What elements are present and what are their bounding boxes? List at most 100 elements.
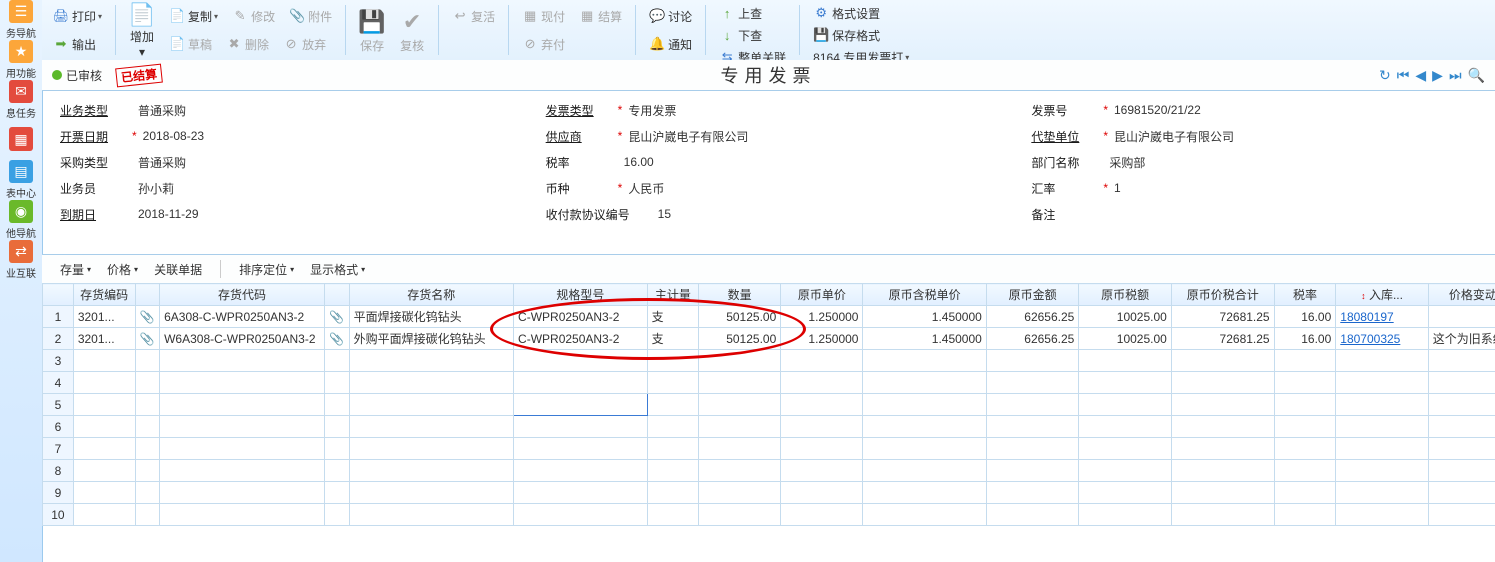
cell-amt[interactable]: 62656.25 bbox=[986, 328, 1079, 350]
empty-cell[interactable] bbox=[514, 372, 648, 394]
last-button[interactable]: ⏭ bbox=[1449, 67, 1462, 84]
col-header[interactable] bbox=[135, 284, 160, 306]
cell-qty[interactable]: 50125.00 bbox=[699, 328, 781, 350]
empty-cell[interactable] bbox=[647, 504, 698, 526]
empty-cell[interactable] bbox=[986, 350, 1079, 372]
empty-cell[interactable] bbox=[647, 394, 698, 416]
cell-note[interactable]: 这个为旧系统... bbox=[1428, 328, 1495, 350]
col-header[interactable]: 税率 bbox=[1274, 284, 1336, 306]
empty-cell[interactable] bbox=[1079, 460, 1172, 482]
row-number[interactable]: 4 bbox=[43, 372, 74, 394]
empty-cell[interactable] bbox=[781, 504, 863, 526]
empty-cell[interactable] bbox=[781, 460, 863, 482]
empty-cell[interactable] bbox=[349, 460, 513, 482]
empty-cell[interactable] bbox=[1274, 416, 1336, 438]
empty-cell[interactable] bbox=[73, 482, 135, 504]
row-number[interactable]: 10 bbox=[43, 504, 74, 526]
row-number[interactable]: 2 bbox=[43, 328, 74, 350]
empty-cell[interactable] bbox=[1336, 372, 1429, 394]
cell-name[interactable]: 平面焊接碳化钨钻头 bbox=[349, 306, 513, 328]
empty-cell[interactable] bbox=[1079, 438, 1172, 460]
notify-button[interactable]: 🔔通知 bbox=[643, 33, 698, 55]
empty-cell[interactable] bbox=[349, 394, 513, 416]
empty-cell[interactable] bbox=[160, 372, 325, 394]
row-number[interactable]: 8 bbox=[43, 460, 74, 482]
empty-cell[interactable] bbox=[349, 438, 513, 460]
empty-cell[interactable] bbox=[1428, 438, 1495, 460]
price-button[interactable]: 价格▾ bbox=[101, 258, 144, 280]
empty-cell[interactable] bbox=[73, 438, 135, 460]
empty-cell[interactable] bbox=[73, 372, 135, 394]
empty-cell[interactable] bbox=[1428, 372, 1495, 394]
empty-cell[interactable] bbox=[699, 372, 781, 394]
cell-note[interactable] bbox=[1428, 306, 1495, 328]
empty-cell[interactable] bbox=[135, 350, 160, 372]
empty-cell[interactable] bbox=[1171, 350, 1274, 372]
col-header[interactable]: 存货编码 bbox=[73, 284, 135, 306]
empty-cell[interactable] bbox=[135, 460, 160, 482]
clip-icon[interactable]: 📎 bbox=[324, 306, 349, 328]
empty-cell[interactable] bbox=[73, 504, 135, 526]
empty-cell[interactable] bbox=[135, 372, 160, 394]
empty-cell[interactable] bbox=[986, 416, 1079, 438]
search-button[interactable]: 🔍 bbox=[1468, 67, 1485, 84]
row-number[interactable]: 6 bbox=[43, 416, 74, 438]
empty-cell[interactable] bbox=[1274, 394, 1336, 416]
empty-cell[interactable] bbox=[324, 394, 349, 416]
empty-cell[interactable] bbox=[781, 416, 863, 438]
empty-cell[interactable] bbox=[1336, 350, 1429, 372]
cell-taxprice[interactable]: 1.450000 bbox=[863, 328, 986, 350]
empty-cell[interactable] bbox=[1428, 460, 1495, 482]
empty-cell[interactable] bbox=[324, 504, 349, 526]
empty-cell[interactable] bbox=[699, 394, 781, 416]
row-number[interactable]: 9 bbox=[43, 482, 74, 504]
empty-cell[interactable] bbox=[1171, 482, 1274, 504]
empty-cell[interactable] bbox=[699, 460, 781, 482]
empty-cell[interactable] bbox=[349, 372, 513, 394]
col-header[interactable]: ↕ 入库... bbox=[1336, 284, 1429, 306]
col-header[interactable]: 原币价税合计 bbox=[1171, 284, 1274, 306]
empty-cell[interactable] bbox=[986, 394, 1079, 416]
cell-spec[interactable]: C-WPR0250AN3-2 bbox=[514, 328, 648, 350]
empty-cell[interactable] bbox=[73, 460, 135, 482]
sidebar-link[interactable]: ⇄业互联 bbox=[0, 240, 42, 280]
empty-cell[interactable] bbox=[647, 372, 698, 394]
empty-cell[interactable] bbox=[647, 482, 698, 504]
empty-cell[interactable] bbox=[349, 482, 513, 504]
empty-cell[interactable] bbox=[160, 504, 325, 526]
empty-cell[interactable] bbox=[324, 460, 349, 482]
display-button[interactable]: 显示格式▾ bbox=[304, 258, 371, 280]
empty-cell[interactable] bbox=[160, 350, 325, 372]
col-header[interactable] bbox=[324, 284, 349, 306]
empty-cell[interactable] bbox=[1079, 504, 1172, 526]
empty-cell[interactable] bbox=[1428, 416, 1495, 438]
empty-cell[interactable] bbox=[349, 504, 513, 526]
col-header[interactable]: 原币金额 bbox=[986, 284, 1079, 306]
empty-cell[interactable] bbox=[160, 460, 325, 482]
empty-cell[interactable] bbox=[1171, 416, 1274, 438]
empty-cell[interactable] bbox=[781, 394, 863, 416]
empty-cell[interactable] bbox=[699, 416, 781, 438]
col-header[interactable]: 存货代码 bbox=[160, 284, 325, 306]
row-number[interactable]: 7 bbox=[43, 438, 74, 460]
empty-cell[interactable] bbox=[324, 350, 349, 372]
empty-cell[interactable] bbox=[781, 438, 863, 460]
empty-cell[interactable] bbox=[863, 504, 986, 526]
cell-taxrate[interactable]: 16.00 bbox=[1274, 328, 1336, 350]
empty-cell[interactable] bbox=[1171, 460, 1274, 482]
empty-cell[interactable] bbox=[863, 350, 986, 372]
empty-cell[interactable] bbox=[514, 350, 648, 372]
empty-cell[interactable] bbox=[1079, 482, 1172, 504]
col-header[interactable]: 原币单价 bbox=[781, 284, 863, 306]
empty-cell[interactable] bbox=[1428, 350, 1495, 372]
empty-cell[interactable] bbox=[1274, 460, 1336, 482]
empty-cell[interactable] bbox=[863, 482, 986, 504]
empty-cell[interactable] bbox=[73, 350, 135, 372]
cell-taxprice[interactable]: 1.450000 bbox=[863, 306, 986, 328]
empty-cell[interactable] bbox=[324, 372, 349, 394]
empty-cell[interactable] bbox=[986, 504, 1079, 526]
add-button[interactable]: 📄增加▾ bbox=[122, 2, 162, 58]
cell-taxrate[interactable]: 16.00 bbox=[1274, 306, 1336, 328]
copy-button[interactable]: 📄复制▾ bbox=[163, 5, 224, 27]
empty-cell[interactable] bbox=[699, 482, 781, 504]
